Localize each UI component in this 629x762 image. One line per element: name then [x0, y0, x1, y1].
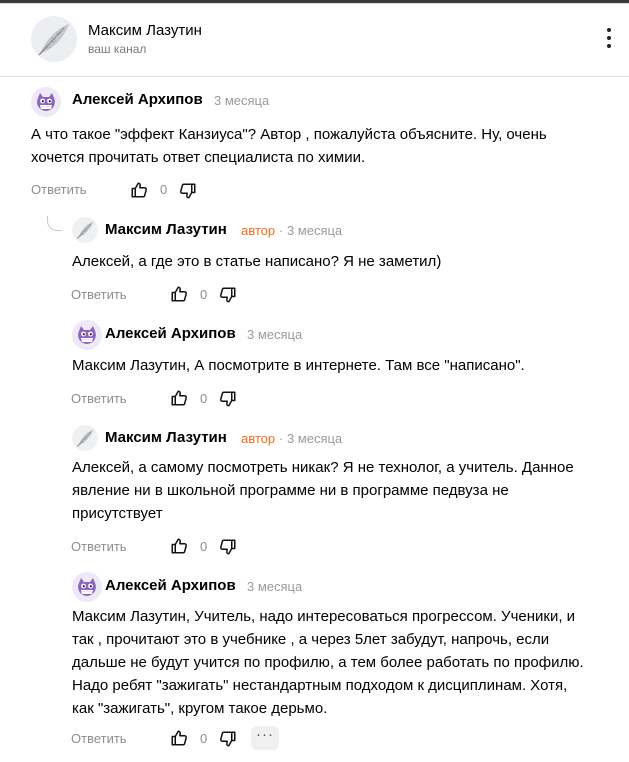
author-badge: автор — [241, 431, 276, 446]
comment-text-line: присутствует — [72, 505, 163, 522]
comment-date: 3 месяца — [247, 327, 303, 342]
reply-button[interactable]: Ответить — [71, 731, 127, 746]
comment-author[interactable]: Максим Лазутин — [105, 221, 227, 238]
comment-text-line: А что такое "эффект Канзиуса"? Автор , п… — [31, 126, 547, 143]
comment-text-line: Алексей, а где это в статье написано? Я … — [72, 253, 442, 270]
comment-text-line: как "зажигать", кругом такое дерьмо. — [72, 700, 328, 717]
avatar[interactable] — [72, 217, 98, 243]
feather-icon — [38, 24, 69, 56]
comment-text: Алексей, а где это в статье написано? Я … — [72, 250, 441, 273]
comment-text-line: явление ни в школьной программе ни в про… — [72, 482, 509, 499]
comment-text-line: Максим Лазутин, А посмотрите в интернете… — [72, 357, 525, 374]
like-count: 0 — [200, 731, 208, 746]
header-divider — [0, 76, 629, 77]
like-icon[interactable] — [170, 285, 188, 303]
thread-connector — [47, 216, 62, 231]
channel-avatar[interactable] — [31, 16, 77, 62]
comment-date: · 3 месяца — [279, 223, 343, 238]
comment-date: 3 месяца — [247, 579, 303, 594]
like-icon[interactable] — [170, 729, 188, 747]
dislike-icon[interactable] — [179, 182, 197, 200]
like-count: 0 — [200, 539, 208, 554]
reply-button[interactable]: Ответить — [31, 182, 87, 197]
comment-text-line: Надо ребят "зажигать" нестандартным подх… — [72, 677, 568, 694]
like-count: 0 — [200, 391, 208, 406]
like-icon[interactable] — [170, 389, 188, 407]
comment-text-line: дальше не будут учится по профилю, а тем… — [72, 654, 584, 671]
like-icon[interactable] — [170, 537, 188, 555]
comment-author[interactable]: Алексей Архипов — [105, 577, 236, 594]
feather-icon — [72, 217, 98, 243]
like-count: 0 — [160, 182, 168, 197]
comment-author[interactable]: Алексей Архипов — [72, 91, 203, 108]
more-menu-icon[interactable] — [604, 28, 614, 52]
dislike-icon[interactable] — [219, 730, 237, 748]
comment-text-line: так , прочитают это в учебнике , а через… — [72, 631, 550, 648]
avatar[interactable] — [72, 425, 98, 451]
comment-text: Алексей, а самому посмотреть никак? Я не… — [72, 456, 574, 525]
comment-author[interactable]: Максим Лазутин — [105, 429, 227, 446]
channel-subtitle: ваш канал — [88, 42, 147, 56]
avatar[interactable] — [72, 572, 102, 602]
like-icon[interactable] — [130, 181, 148, 199]
reply-button[interactable]: Ответить — [71, 287, 127, 302]
avatar[interactable] — [72, 320, 102, 350]
mascot-avatar-icon — [31, 87, 61, 117]
feather-icon — [72, 425, 98, 451]
comment-text-line: Алексей, а самому посмотреть никак? Я не… — [72, 459, 574, 476]
comment-text: Максим Лазутин, А посмотрите в интернете… — [72, 354, 525, 377]
comment-more-button[interactable]: ··· — [251, 726, 279, 750]
reply-button[interactable]: Ответить — [71, 391, 127, 406]
dislike-icon[interactable] — [219, 390, 237, 408]
channel-name[interactable]: Максим Лазутин — [88, 22, 202, 39]
top-bar-shadow — [0, 3, 629, 4]
author-badge: автор — [241, 223, 276, 238]
like-count: 0 — [200, 287, 208, 302]
comment-text-line: Максим Лазутин, Учитель, надо интересова… — [72, 608, 576, 625]
mascot-avatar-icon — [72, 320, 102, 350]
comment-author[interactable]: Алексей Архипов — [105, 325, 236, 342]
avatar[interactable] — [31, 87, 61, 117]
dislike-icon[interactable] — [219, 538, 237, 556]
dislike-icon[interactable] — [219, 286, 237, 304]
comment-date: 3 месяца — [214, 93, 270, 108]
reply-button[interactable]: Ответить — [71, 539, 127, 554]
comment-text-line: хочется прочитать ответ специалиста по х… — [31, 149, 366, 166]
mascot-avatar-icon — [72, 572, 102, 602]
comment-date: · 3 месяца — [279, 431, 343, 446]
comment-text: Максим Лазутин, Учитель, надо интересова… — [72, 605, 584, 720]
comment-text: А что такое "эффект Канзиуса"? Автор , п… — [31, 123, 547, 169]
